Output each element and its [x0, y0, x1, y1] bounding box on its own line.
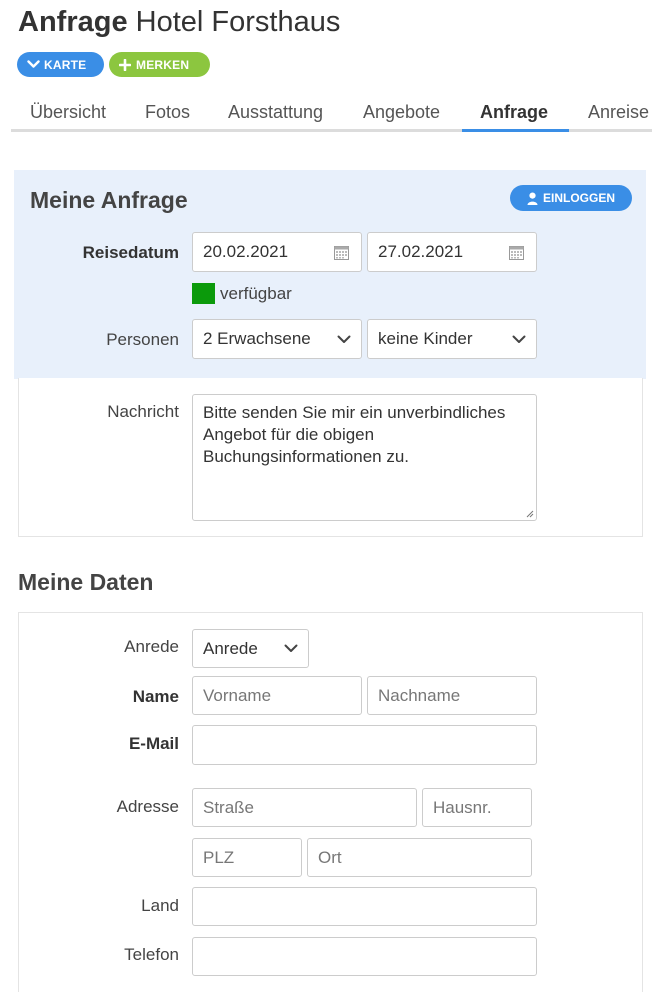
message-line: Buchungsinformationen zu. [203, 447, 410, 466]
tab-uebersicht[interactable]: Übersicht [30, 102, 106, 123]
user-icon [527, 192, 538, 205]
page-title: Anfrage Hotel Forsthaus [18, 6, 340, 39]
chevron-down-icon [337, 335, 351, 343]
email-input[interactable] [192, 725, 537, 765]
merken-button[interactable]: MERKEN [109, 52, 210, 77]
calendar-icon [509, 246, 524, 260]
login-label: EINLOGGEN [542, 191, 615, 205]
nachname-input[interactable]: Nachname [367, 676, 537, 715]
availability-text: verfügbar [220, 284, 292, 303]
adults-select[interactable]: 2 Erwachsene [192, 319, 362, 359]
adults-value: 2 Erwachsene [203, 329, 311, 348]
land-label: Land [141, 896, 179, 915]
email-label: E-Mail [128, 734, 179, 753]
plz-input[interactable]: PLZ [192, 838, 302, 877]
login-button[interactable]: EINLOGGEN [510, 185, 632, 211]
anrede-select[interactable]: Anrede [192, 629, 309, 668]
plus-icon [117, 58, 133, 71]
active-tab-indicator [462, 129, 569, 132]
daten-section-title: Meine Daten [18, 569, 154, 595]
tab-bar: Übersicht Fotos Ausstattung Angebote Anf… [11, 96, 652, 132]
departure-date-value: 27.02.2021 [378, 242, 464, 261]
nachname-placeholder: Nachname [378, 685, 461, 705]
children-select[interactable]: keine Kinder [367, 319, 537, 359]
anrede-label: Anrede [124, 637, 179, 656]
calendar-icon [334, 246, 349, 260]
availability-indicator [192, 283, 215, 304]
tab-anfrage[interactable]: Anfrage [480, 102, 548, 123]
tab-ausstattung[interactable]: Ausstattung [228, 102, 323, 123]
tab-fotos[interactable]: Fotos [145, 102, 190, 123]
land-input[interactable] [192, 887, 537, 926]
hausnr-placeholder: Hausnr. [433, 797, 492, 817]
tab-angebote[interactable]: Angebote [363, 102, 440, 123]
hausnr-input[interactable]: Hausnr. [422, 788, 532, 827]
telefon-input[interactable] [192, 937, 537, 976]
arrival-date-value: 20.02.2021 [203, 242, 289, 261]
karte-button[interactable]: KARTE [17, 52, 104, 77]
message-line: Angebot für die obigen [203, 425, 375, 444]
karte-label: KARTE [44, 57, 87, 72]
strasse-placeholder: Straße [203, 797, 255, 817]
resize-grip-icon[interactable] [524, 508, 534, 518]
chevron-down-icon [284, 644, 298, 652]
page-title-bold: Anfrage [18, 6, 128, 38]
name-label: Name [132, 687, 179, 706]
arrival-date-input[interactable]: 20.02.2021 [192, 232, 362, 272]
chevron-down-icon [25, 60, 41, 69]
adresse-label: Adresse [116, 797, 179, 816]
message-textarea[interactable]: Bitte senden Sie mir ein unverbindliches… [192, 394, 537, 521]
vorname-input[interactable]: Vorname [192, 676, 362, 715]
telefon-label: Telefon [124, 945, 179, 964]
merken-label: MERKEN [136, 57, 190, 72]
ort-placeholder: Ort [318, 847, 342, 867]
plz-placeholder: PLZ [203, 847, 235, 867]
chevron-down-icon [512, 335, 526, 343]
vorname-placeholder: Vorname [203, 685, 272, 705]
nachricht-label: Nachricht [107, 402, 179, 421]
anfrage-section-title: Meine Anfrage [30, 187, 188, 213]
tab-anreise[interactable]: Anreise [588, 102, 649, 123]
anrede-value: Anrede [203, 638, 258, 658]
departure-date-input[interactable]: 27.02.2021 [367, 232, 537, 272]
reisedatum-label: Reisedatum [82, 243, 179, 262]
strasse-input[interactable]: Straße [192, 788, 417, 827]
page-title-hotel: Hotel Forsthaus [135, 6, 341, 38]
personen-label: Personen [106, 330, 179, 349]
message-line: Bitte senden Sie mir ein unverbindliches [203, 403, 506, 422]
ort-input[interactable]: Ort [307, 838, 532, 877]
children-value: keine Kinder [378, 329, 473, 348]
